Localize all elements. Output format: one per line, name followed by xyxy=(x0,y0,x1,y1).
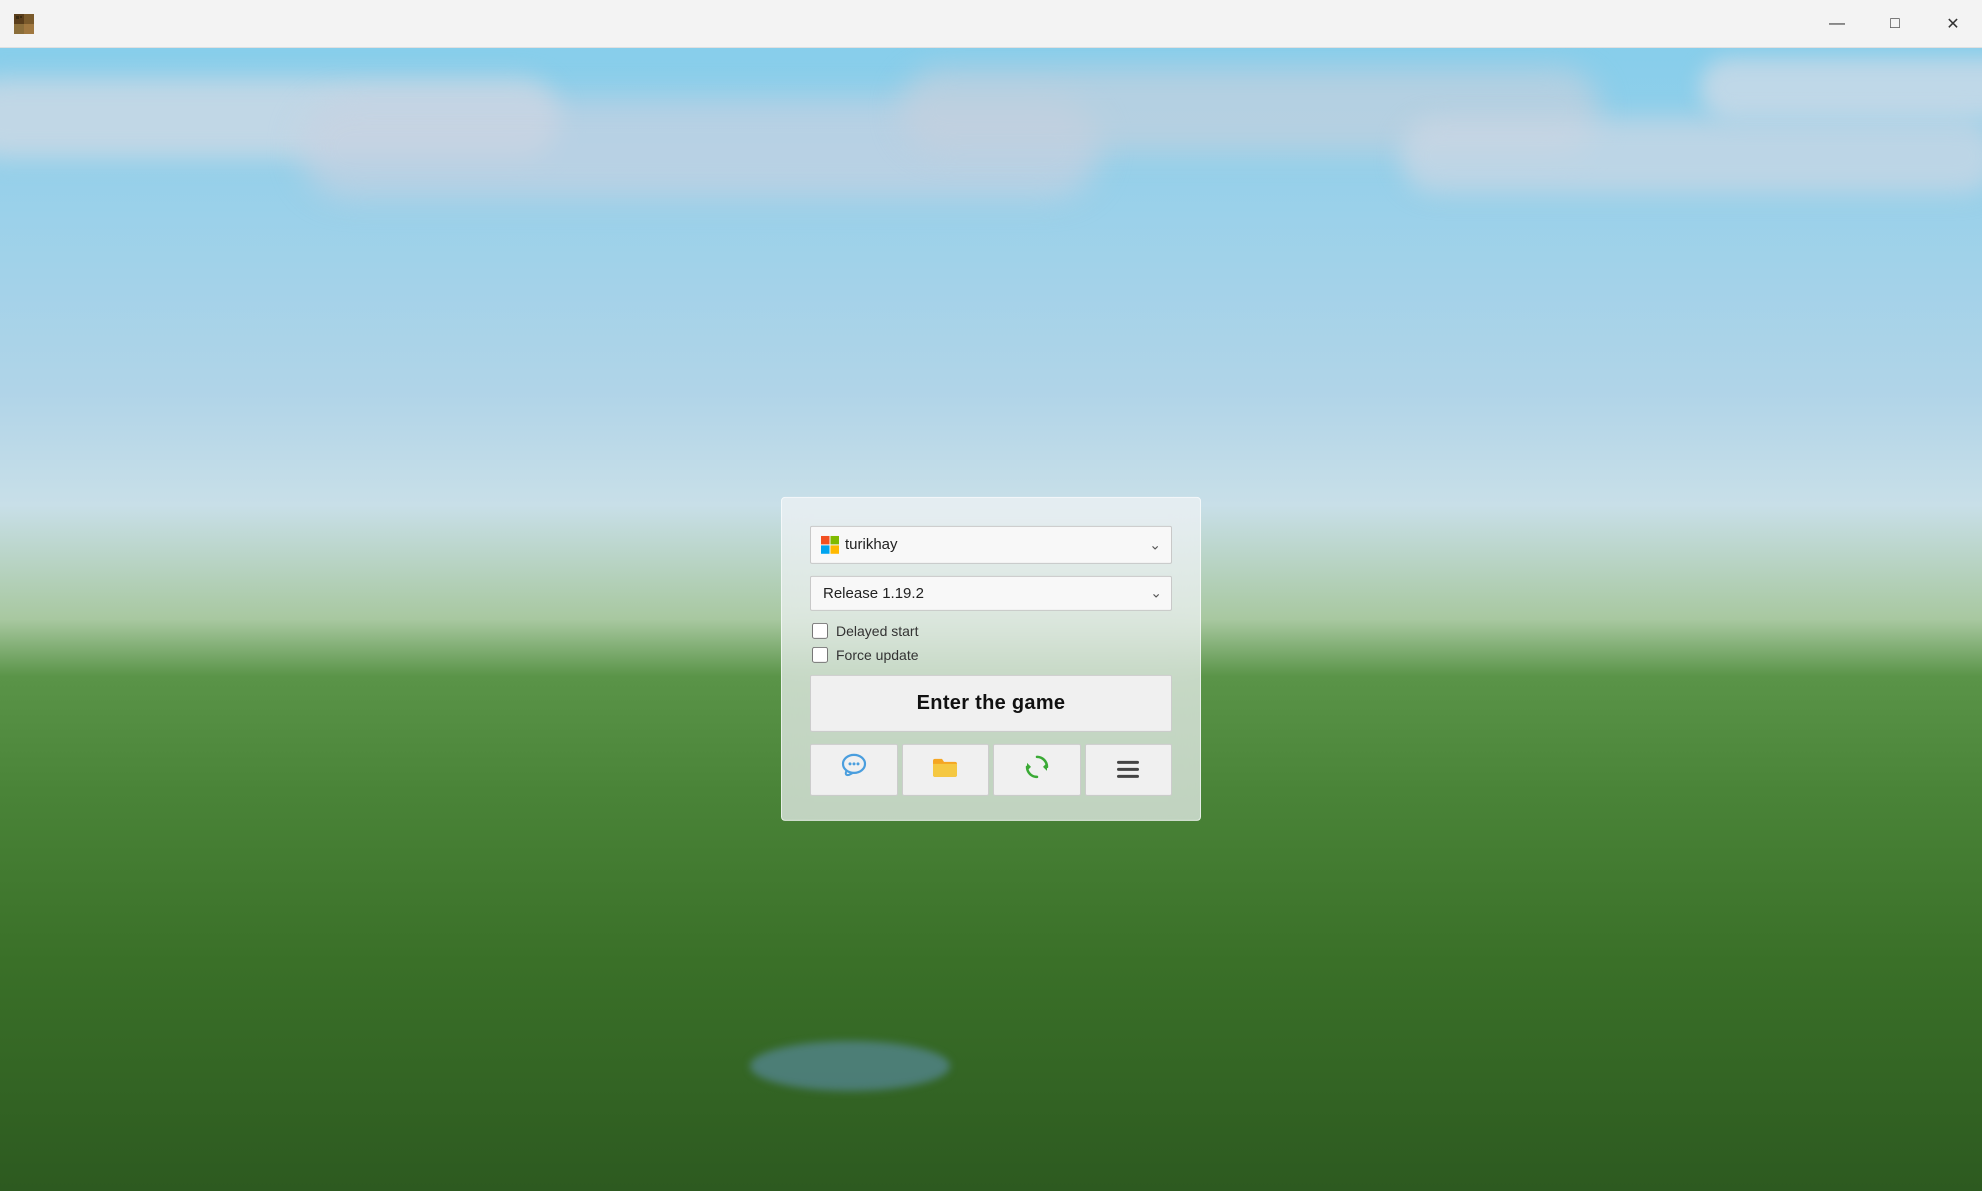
force-update-row[interactable]: Force update xyxy=(812,646,1172,662)
titlebar: — □ ✕ xyxy=(0,0,1982,48)
chat-icon xyxy=(840,752,868,787)
hamburger-icon xyxy=(1117,761,1139,778)
menu-button[interactable] xyxy=(1085,743,1173,795)
close-button[interactable]: ✕ xyxy=(1924,0,1982,48)
version-dropdown-container[interactable]: Release 1.19.2 Release 1.19.1 Release 1.… xyxy=(810,575,1172,610)
water-pond xyxy=(750,1041,950,1091)
minimize-button[interactable]: — xyxy=(1808,0,1866,48)
checkboxes-section: Delayed start Force update xyxy=(810,622,1172,662)
force-update-checkbox[interactable] xyxy=(812,646,828,662)
app-icon xyxy=(0,0,48,48)
refresh-icon xyxy=(1023,752,1051,786)
chat-button[interactable] xyxy=(810,743,898,795)
delayed-start-row[interactable]: Delayed start xyxy=(812,622,1172,638)
delayed-start-checkbox[interactable] xyxy=(812,622,828,638)
folder-icon xyxy=(931,754,959,784)
folder-button[interactable] xyxy=(902,743,990,795)
bottom-toolbar xyxy=(810,743,1172,795)
cloud-5 xyxy=(1700,58,1982,118)
launcher-panel: turikhay ⌄ turikhay Release 1.19.2 Relea… xyxy=(781,496,1201,820)
background: turikhay ⌄ turikhay Release 1.19.2 Relea… xyxy=(0,48,1982,1191)
enter-game-button[interactable]: Enter the game xyxy=(810,674,1172,731)
maximize-button[interactable]: □ xyxy=(1866,0,1924,48)
delayed-start-label: Delayed start xyxy=(836,622,918,638)
cloud-4 xyxy=(1400,118,1982,193)
version-select[interactable]: Release 1.19.2 Release 1.19.1 Release 1.… xyxy=(810,575,1172,610)
force-update-label: Force update xyxy=(836,646,919,662)
account-dropdown-container[interactable]: turikhay ⌄ turikhay xyxy=(810,525,1172,563)
window-controls: — □ ✕ xyxy=(1808,0,1982,48)
refresh-button[interactable] xyxy=(993,743,1081,795)
